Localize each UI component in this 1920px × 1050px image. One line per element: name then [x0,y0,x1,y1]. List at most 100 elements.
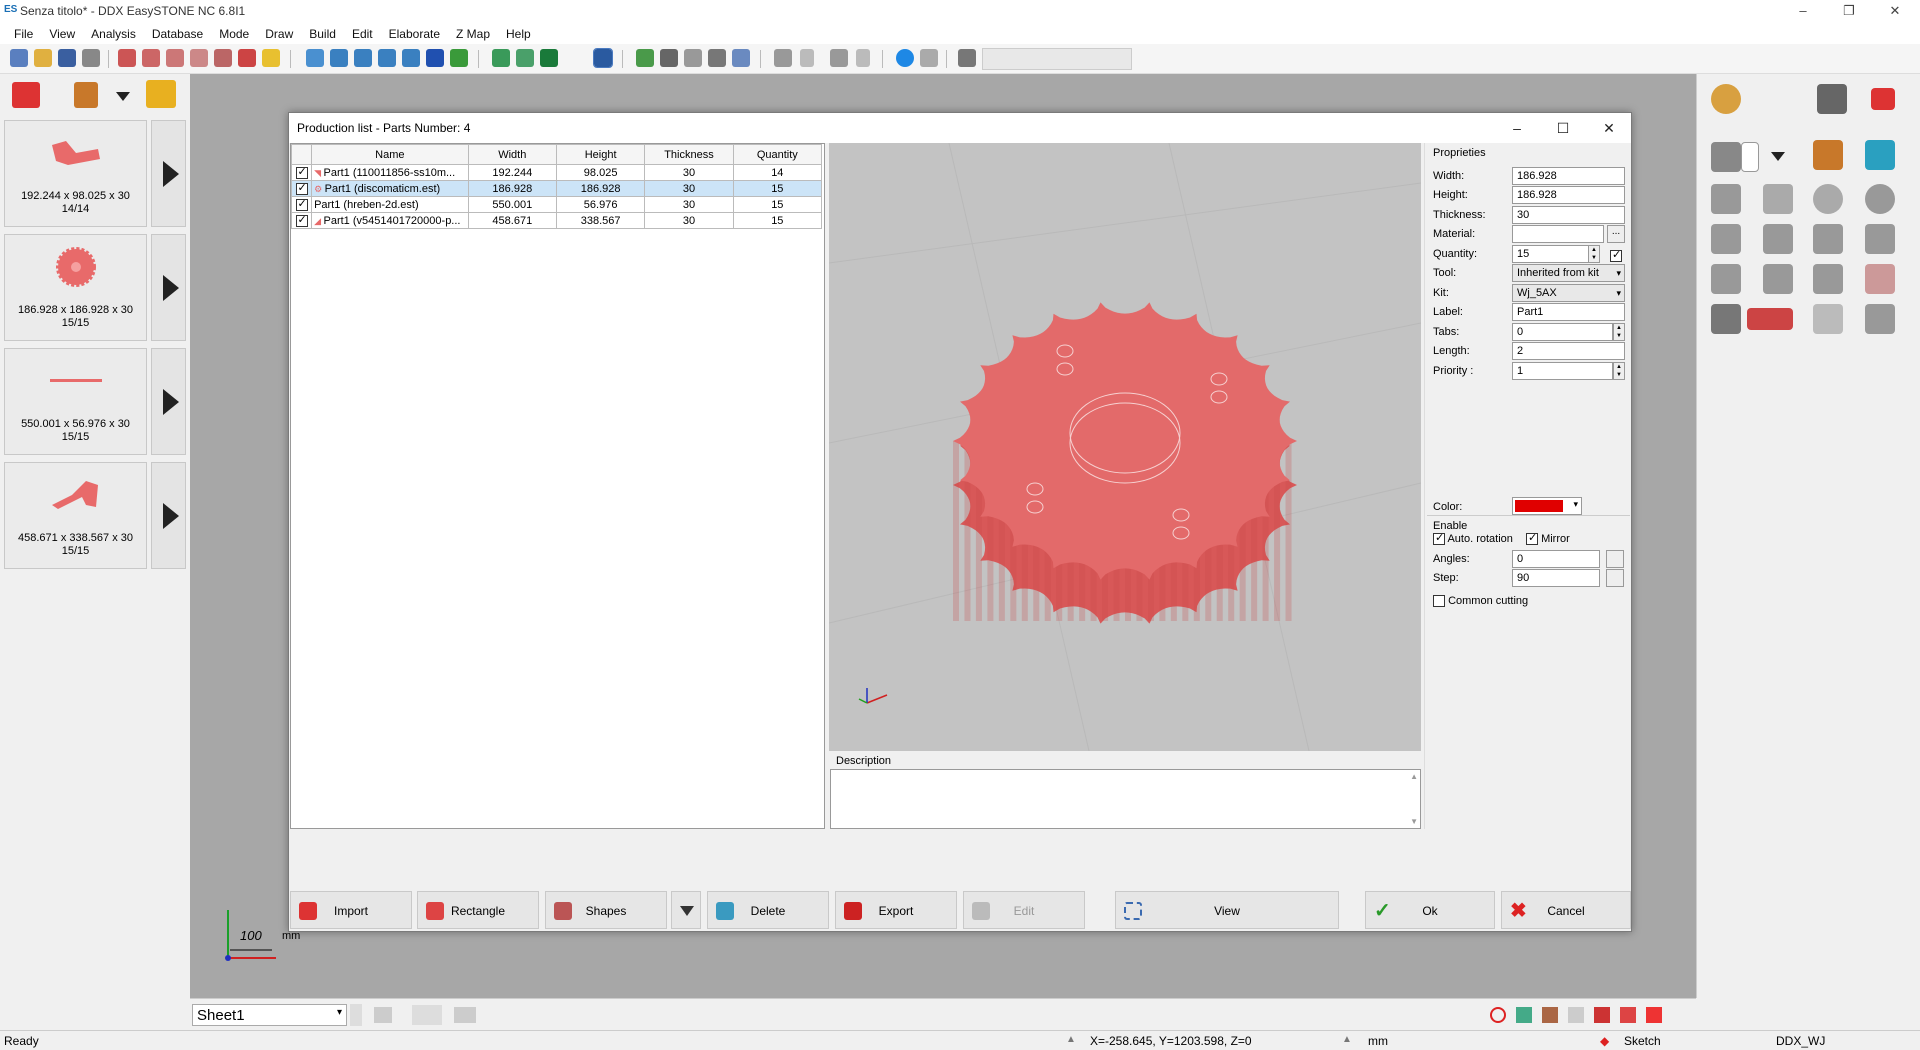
quantity-field[interactable]: 15 [1512,245,1600,263]
sheet-list-icon[interactable] [374,1007,392,1023]
export-button[interactable]: Export [835,891,957,929]
paper-plane-icon[interactable] [684,49,702,67]
label-field[interactable]: Part1 [1512,303,1625,321]
view-bottom-icon[interactable] [450,49,468,67]
image-icon[interactable] [636,49,654,67]
quantity-checkbox[interactable] [1610,248,1622,262]
minimize-button[interactable]: – [1780,0,1826,24]
tools-icon[interactable] [708,49,726,67]
page-icon[interactable] [1741,142,1759,172]
shape-e-icon[interactable] [1813,224,1843,254]
shapes-dropdown-button[interactable] [671,891,701,929]
dialog-close-button[interactable]: ✕ [1589,116,1629,140]
shield-icon[interactable] [492,49,510,67]
zoom-out-icon[interactable] [166,49,184,67]
menu-database[interactable]: Database [144,24,211,44]
info-icon[interactable] [896,49,914,67]
view-back-icon[interactable] [354,49,372,67]
shield-outline-icon[interactable] [516,49,534,67]
column-header-width[interactable]: Width [467,144,557,165]
sheet-select[interactable]: Sheet1 ▾ [192,1004,347,1026]
tool-select[interactable]: Inherited from kit ▾ [1512,264,1625,282]
snap-icon[interactable] [1516,1007,1532,1023]
shape-a-icon[interactable] [1711,184,1741,214]
material-field[interactable] [1512,225,1604,243]
menu-draw[interactable]: Draw [257,24,301,44]
common-cutting-checkbox[interactable] [1433,595,1445,608]
rotate-icon[interactable] [1813,184,1843,214]
shape-h-icon[interactable] [1763,264,1793,294]
shape-g-icon[interactable] [1711,264,1741,294]
part-card-1[interactable]: 192.244 x 98.025 x 30 14/14 [4,120,147,227]
thickness-field[interactable]: 30 [1512,206,1625,224]
marker-icon[interactable] [1620,1007,1636,1023]
menu-view[interactable]: View [41,24,83,44]
quantity-spinner[interactable]: ▲ ▼ [1588,245,1600,263]
arrow-icon[interactable] [1747,308,1793,330]
sheet-prop-icon[interactable] [412,1005,442,1025]
auto-rotation-checkbox[interactable] [1433,531,1445,546]
document-icon[interactable] [732,49,750,67]
bulb-icon[interactable] [262,49,280,67]
table-row[interactable]: ◥ Part1 (110011856-ss10m... 192.244 98.0… [290,164,823,181]
step-field[interactable]: 90 [1512,569,1600,587]
part-card-4[interactable]: 458.671 x 338.567 x 30 15/15 [4,462,147,569]
grid-icon[interactable] [1542,1007,1558,1023]
menu-edit[interactable]: Edit [344,24,381,44]
dialog-minimize-button[interactable]: – [1497,116,1537,140]
scroll-up-icon[interactable]: ▲ [1410,772,1418,781]
menu-analysis[interactable]: Analysis [83,24,144,44]
shape-f-icon[interactable] [1865,224,1895,254]
part-card-3-arrow[interactable] [151,348,186,455]
list-icon[interactable] [12,82,40,108]
view-left-icon[interactable] [378,49,396,67]
scroll-down-icon[interactable]: ▼ [1410,817,1418,826]
shield-green-icon[interactable] [540,49,558,67]
sheet-spinner[interactable] [350,1004,362,1026]
tabs-spinner[interactable]: ▲ ▼ [1613,323,1625,341]
row-checkbox[interactable] [290,196,313,213]
tabs-field[interactable]: 0 [1512,323,1613,341]
table-row[interactable]: Part1 (hreben-2d.est) 550.001 56.976 30 … [290,196,823,213]
menu-build[interactable]: Build [301,24,344,44]
view-front-icon[interactable] [330,49,348,67]
part-card-2-arrow[interactable] [151,234,186,341]
rectangle-button[interactable]: Rectangle [417,891,539,929]
shape-c-icon[interactable] [1711,224,1741,254]
column-header-height[interactable]: Height [555,144,646,165]
part-card-1-arrow[interactable] [151,120,186,227]
mirror-checkbox[interactable] [1526,531,1538,546]
script-icon[interactable] [958,49,976,67]
width-field[interactable]: 186.928 [1512,167,1625,185]
priority-field[interactable]: 1 [1512,362,1613,380]
undo-dropdown-icon[interactable] [800,49,814,67]
ok-button[interactable]: ✓ Ok [1365,891,1495,929]
cube-icon[interactable] [1865,140,1895,170]
description-field[interactable]: ▲ ▼ [830,769,1421,829]
undo-icon[interactable] [774,49,792,67]
shape-k-icon[interactable] [1813,304,1843,334]
ring-icon[interactable] [1865,184,1895,214]
ortho-icon[interactable] [1568,1007,1584,1023]
edit-button[interactable]: Edit [963,891,1085,929]
column-header-name[interactable]: Name [311,144,469,165]
dialog-maximize-button[interactable]: ☐ [1543,116,1583,140]
chevron-down-icon[interactable] [1771,152,1785,161]
cancel-button[interactable]: ✖ Cancel [1501,891,1631,929]
row-checkbox[interactable] [290,164,313,181]
zoom-in-icon[interactable] [190,49,208,67]
kit-select[interactable]: Wj_5AX ▾ [1512,284,1625,302]
part-card-2[interactable]: 186.928 x 186.928 x 30 15/15 [4,234,147,341]
nest-icon[interactable] [1711,304,1741,334]
brush-icon[interactable] [1813,140,1843,170]
redraw-icon[interactable] [238,49,256,67]
angles-picker-icon[interactable] [1606,550,1624,568]
view-iso-icon[interactable] [306,49,324,67]
car-icon[interactable] [660,49,678,67]
column-header-thickness[interactable]: Thickness [644,144,734,165]
height-field[interactable]: 186.928 [1512,186,1625,204]
open-icon[interactable] [34,49,52,67]
shape-j-icon[interactable] [1865,264,1895,294]
menu-file[interactable]: File [6,24,41,44]
gears-icon[interactable] [1711,84,1741,114]
